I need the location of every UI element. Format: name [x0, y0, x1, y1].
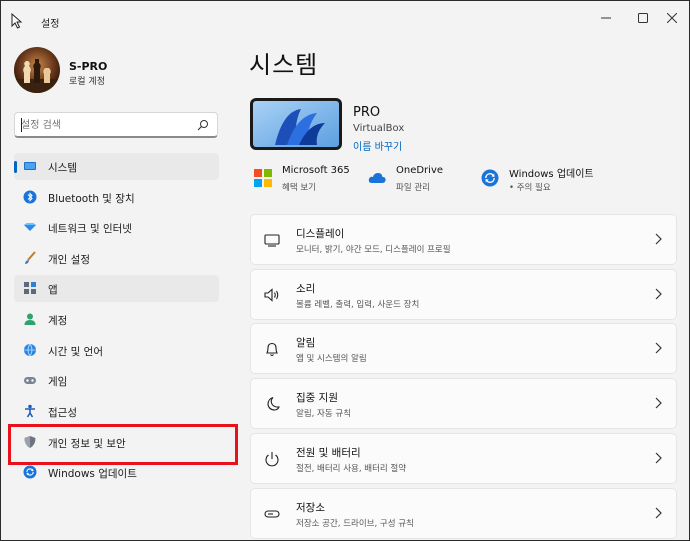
minimize-icon: [601, 17, 611, 19]
close-icon: [667, 13, 677, 23]
avatar[interactable]: [14, 47, 60, 93]
bluetooth-icon: [23, 190, 37, 204]
card-subtitle: 볼륨 레벨, 출력, 입력, 사운드 장치: [296, 300, 420, 310]
selection-indicator: [14, 161, 17, 173]
sidebar-item-label: 네트워크 및 인터넷: [48, 223, 132, 235]
cursor-arrow-icon: [11, 13, 23, 29]
maximize-button[interactable]: [628, 7, 658, 29]
settings-window: 설정 S-PRO 로컬 계정 설정 검색 시스템 Bluetooth 및 장치 …: [0, 0, 690, 541]
quick-link-title: Windows 업데이트: [509, 169, 594, 180]
profile-account-type: 로컬 계정: [69, 77, 105, 87]
sidebar-item-bluetooth[interactable]: Bluetooth 및 장치: [14, 184, 219, 211]
speaker-icon: [264, 288, 279, 302]
quick-link-onedrive[interactable]: OneDrive 파일 관리: [368, 165, 468, 195]
card-display[interactable]: 디스플레이 모니터, 밝기, 야간 모드, 디스플레이 프로필: [250, 214, 677, 265]
chevron-right-icon: [655, 233, 662, 245]
quick-link-subtitle: 혜택 보기: [282, 183, 316, 193]
device-model: VirtualBox: [353, 123, 405, 134]
power-icon: [265, 452, 279, 467]
sidebar-item-time-language[interactable]: 시간 및 언어: [14, 337, 219, 364]
card-power-battery[interactable]: 전원 및 배터리 절전, 배터리 사용, 배터리 절약: [250, 433, 677, 484]
card-title: 소리: [296, 283, 316, 295]
card-subtitle: 모니터, 밝기, 야간 모드, 디스플레이 프로필: [296, 245, 451, 255]
card-focus-assist[interactable]: 집중 지원 알림, 자동 규칙: [250, 378, 677, 429]
globe-clock-icon: [24, 343, 36, 357]
card-notifications[interactable]: 알림 앱 및 시스템의 알림: [250, 323, 677, 374]
chevron-right-icon: [655, 397, 662, 409]
quick-link-windows-update[interactable]: Windows 업데이트 • 주의 필요: [481, 165, 611, 195]
quick-link-subtitle: 파일 관리: [396, 183, 430, 193]
sidebar-item-label: 시스템: [48, 162, 77, 174]
text-caret: [21, 118, 22, 132]
system-display-icon: [24, 162, 36, 170]
sidebar-item-label: 개인 설정: [48, 254, 90, 266]
search-box[interactable]: [14, 112, 218, 138]
wallpaper-bloom-image: [253, 101, 339, 147]
quick-link-microsoft-365[interactable]: Microsoft 365 혜택 보기: [254, 165, 359, 195]
chess-avatar-image: [14, 47, 60, 93]
onedrive-cloud-icon: [368, 173, 386, 183]
sidebar-item-label: 게임: [48, 376, 68, 388]
card-title: 디스플레이: [296, 228, 345, 240]
chevron-right-icon: [655, 288, 662, 300]
microsoft-logo-icon: [254, 169, 272, 187]
maximize-icon: [638, 13, 648, 23]
windows-update-icon: [481, 169, 499, 187]
sidebar-item-system[interactable]: 시스템: [14, 153, 219, 180]
sidebar-item-accessibility[interactable]: 접근성: [14, 398, 219, 425]
sidebar-item-label: 계정: [48, 315, 68, 327]
profile-name: S-PRO: [69, 60, 108, 73]
moon-icon: [267, 396, 280, 411]
paintbrush-icon: [25, 251, 36, 264]
gamepad-icon: [24, 377, 36, 384]
page-title: 시스템: [249, 51, 319, 79]
windows-update-icon: [23, 465, 37, 479]
card-subtitle: 절전, 배터리 사용, 배터리 절약: [296, 464, 407, 474]
rename-link[interactable]: 이름 바꾸기: [353, 138, 402, 153]
sidebar-item-personalization[interactable]: 개인 설정: [14, 245, 219, 272]
card-sound[interactable]: 소리 볼륨 레벨, 출력, 입력, 사운드 장치: [250, 269, 677, 320]
device-thumbnail: [250, 98, 342, 150]
sidebar-item-label: 시간 및 언어: [48, 346, 103, 358]
chevron-right-icon: [655, 452, 662, 464]
card-title: 저장소: [296, 502, 325, 514]
quick-link-title: OneDrive: [396, 165, 444, 176]
chevron-right-icon: [655, 507, 662, 519]
wifi-diamond-icon: [24, 223, 36, 231]
sidebar-item-apps[interactable]: 앱: [14, 275, 219, 302]
search-input[interactable]: [21, 116, 191, 134]
person-icon: [24, 313, 36, 325]
quick-link-subtitle: • 주의 필요: [509, 183, 551, 193]
card-title: 집중 지원: [296, 392, 338, 404]
card-title: 알림: [296, 337, 316, 349]
highlight-box: [8, 424, 238, 465]
close-button[interactable]: [657, 7, 687, 29]
apps-icon: [24, 282, 36, 294]
sidebar-item-accounts[interactable]: 계정: [14, 306, 219, 333]
card-subtitle: 알림, 자동 규칙: [296, 409, 352, 419]
bell-icon: [266, 342, 278, 357]
storage-drive-icon: [264, 510, 280, 518]
sidebar-item-label: Bluetooth 및 장치: [48, 193, 135, 205]
card-title: 전원 및 배터리: [296, 447, 361, 459]
card-storage[interactable]: 저장소 저장소 공간, 드라이브, 구성 규칙: [250, 488, 677, 539]
chevron-right-icon: [655, 342, 662, 354]
sidebar-item-label: 접근성: [48, 407, 77, 419]
window-title: 설정: [41, 19, 60, 30]
title-bar: 설정: [1, 1, 690, 35]
sidebar-item-network[interactable]: 네트워크 및 인터넷: [14, 214, 219, 241]
quick-link-title: Microsoft 365: [282, 165, 350, 176]
monitor-icon: [264, 234, 280, 247]
sidebar-item-label: Windows 업데이트: [48, 468, 137, 480]
sidebar-item-label: 앱: [48, 284, 58, 296]
card-subtitle: 앱 및 시스템의 알림: [296, 354, 367, 364]
sidebar-item-gaming[interactable]: 게임: [14, 367, 219, 394]
search-icon[interactable]: [197, 119, 209, 131]
device-name: PRO: [353, 105, 381, 120]
minimize-button[interactable]: [591, 7, 621, 29]
accessibility-icon: [25, 404, 35, 418]
card-subtitle: 저장소 공간, 드라이브, 구성 규칙: [296, 519, 414, 529]
